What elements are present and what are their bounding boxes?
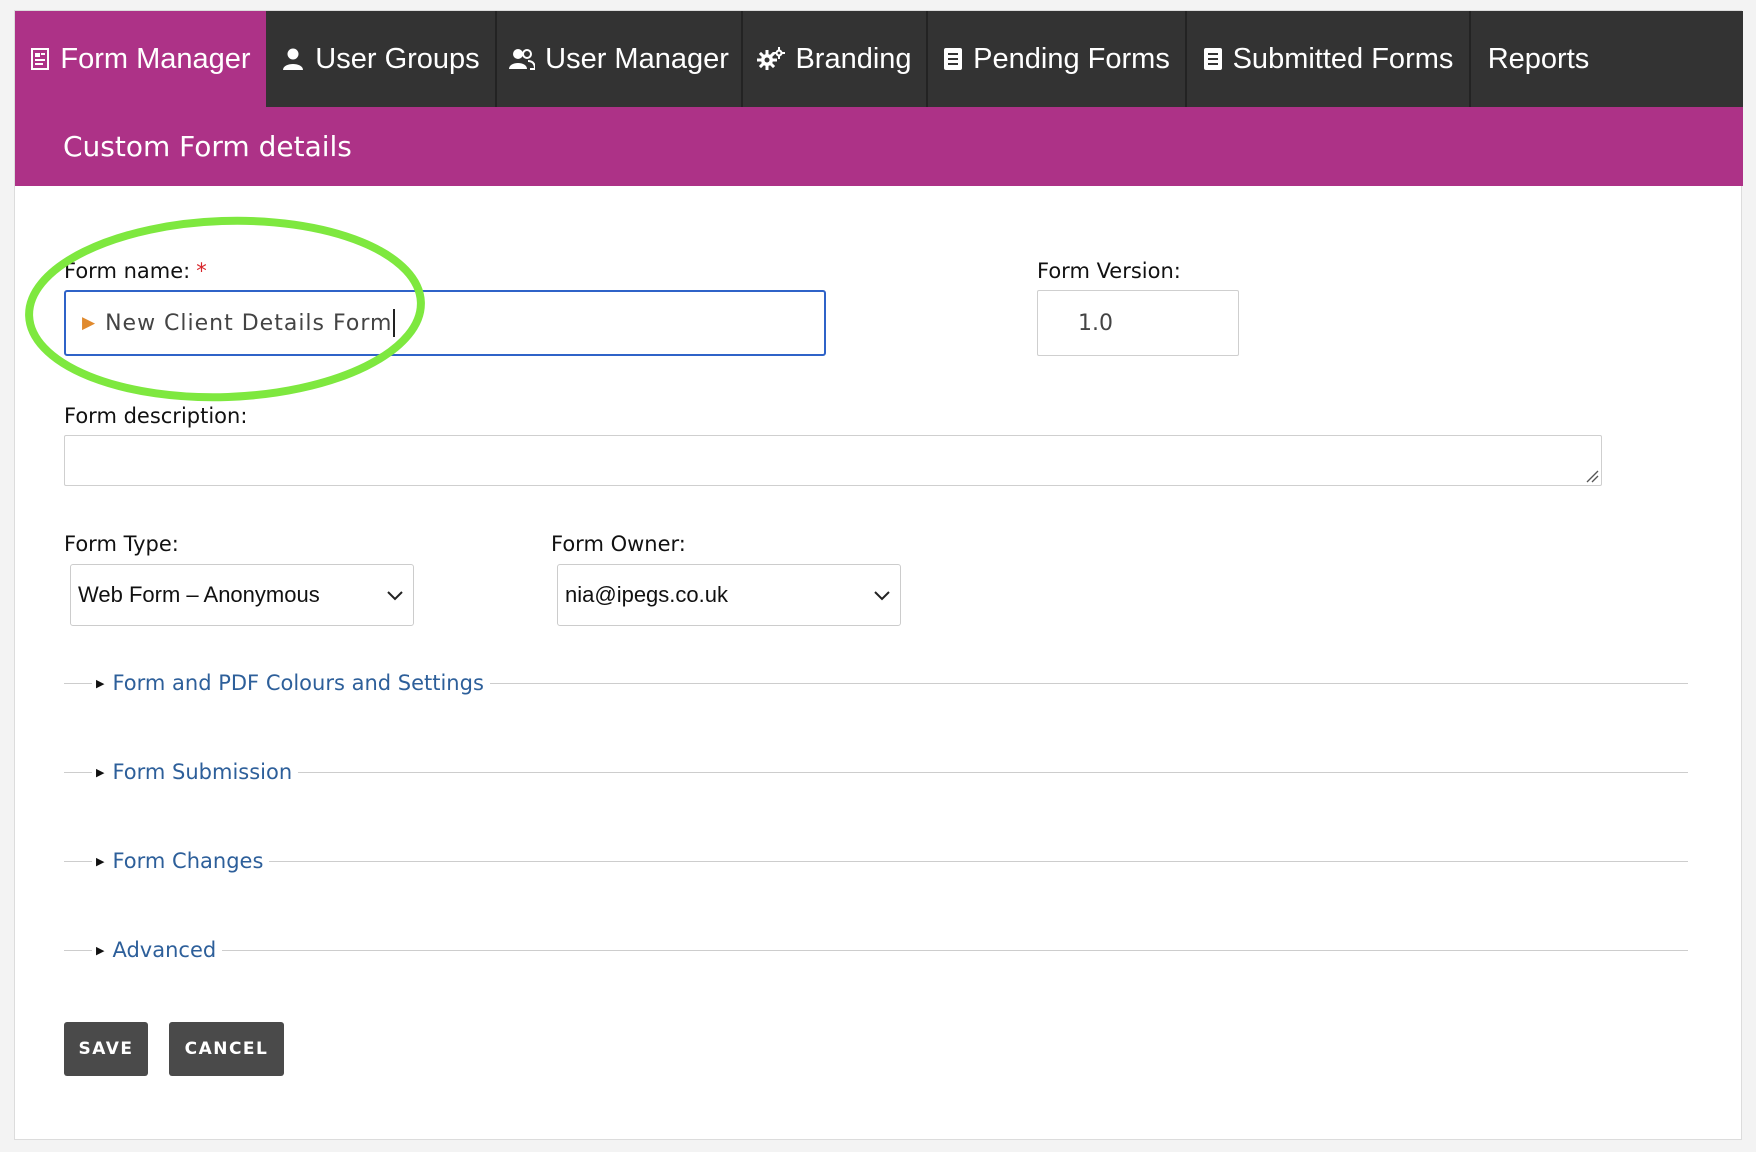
users-icon [509,48,536,70]
tab-submitted-forms[interactable]: Submitted Forms [1187,11,1471,107]
gears-icon [757,47,786,71]
form-owner-label: Form Owner: [551,532,686,556]
section-label: Form Submission [112,760,293,784]
form-name-value: New Client Details Form [105,310,393,336]
expand-arrow-icon: ▶ [96,855,105,868]
section-divider [64,950,1688,951]
section-divider [64,861,1688,862]
form-version-value: 1.0 [1078,310,1113,336]
form-type-label: Form Type: [64,532,179,556]
section-toggle[interactable]: ▶ Advanced [92,935,223,965]
required-marker: * [196,259,207,283]
section-form-submission: ▶ Form Submission [64,757,1688,787]
tab-label: Reports [1487,42,1590,75]
section-label: Form Changes [112,849,264,873]
form-owner-value: nia@ipegs.co.uk [565,582,728,607]
tab-label: Form Manager [60,42,251,75]
cancel-button[interactable]: CANCEL [169,1022,284,1076]
chevron-down-icon [387,591,403,601]
form-doc-icon [30,47,50,71]
tab-label: Submitted Forms [1232,42,1454,75]
form-description-textarea[interactable] [64,435,1602,486]
page-header: Custom Form details [15,107,1743,186]
form-owner-select[interactable]: nia@ipegs.co.uk [557,564,901,626]
tab-pending-forms[interactable]: Pending Forms [928,11,1187,107]
user-icon [281,47,305,71]
section-toggle[interactable]: ▶ Form Submission [92,757,299,787]
document-icon [1203,47,1223,71]
form-name-label: Form name: * [64,259,207,283]
tab-label: User Groups [315,42,480,75]
expand-arrow-icon: ▶ [96,766,105,779]
resize-grip-icon[interactable] [1585,469,1599,483]
autofill-marker-icon: ▶ [82,313,96,333]
chevron-down-icon [874,591,890,601]
section-divider [64,772,1688,773]
tab-user-groups[interactable]: User Groups [266,11,497,107]
section-label: Advanced [112,938,217,962]
form-name-label-text: Form name: [64,259,191,283]
section-label: Form and PDF Colours and Settings [112,671,484,695]
tab-form-manager[interactable]: Form Manager [15,11,266,107]
form-description-label: Form description: [64,404,248,428]
tab-branding[interactable]: Branding [743,11,928,107]
tab-label: User Manager [545,42,729,75]
tab-reports[interactable]: Reports [1471,11,1606,107]
form-type-value: Web Form – Anonymous [78,582,320,607]
section-advanced: ▶ Advanced [64,935,1688,965]
tab-label: Branding [795,42,912,75]
form-version-label: Form Version: [1037,259,1181,283]
page-title: Custom Form details [63,130,352,163]
form-type-select[interactable]: Web Form – Anonymous [70,564,414,626]
app-frame: Form Manager User Groups User Manager Br… [14,10,1743,1140]
form-version-input[interactable]: 1.0 [1037,290,1239,356]
text-caret [393,309,396,337]
section-toggle[interactable]: ▶ Form Changes [92,846,270,876]
save-button[interactable]: SAVE [64,1022,148,1076]
expand-arrow-icon: ▶ [96,944,105,957]
section-form-changes: ▶ Form Changes [64,846,1688,876]
tab-label: Pending Forms [973,42,1170,75]
form-name-input[interactable]: ▶ New Client Details Form [64,290,826,356]
section-toggle[interactable]: ▶ Form and PDF Colours and Settings [92,668,490,698]
top-navigation: Form Manager User Groups User Manager Br… [15,11,1743,107]
tab-user-manager[interactable]: User Manager [497,11,743,107]
document-icon [943,47,963,71]
expand-arrow-icon: ▶ [96,677,105,690]
section-colours-settings: ▶ Form and PDF Colours and Settings [64,668,1688,698]
